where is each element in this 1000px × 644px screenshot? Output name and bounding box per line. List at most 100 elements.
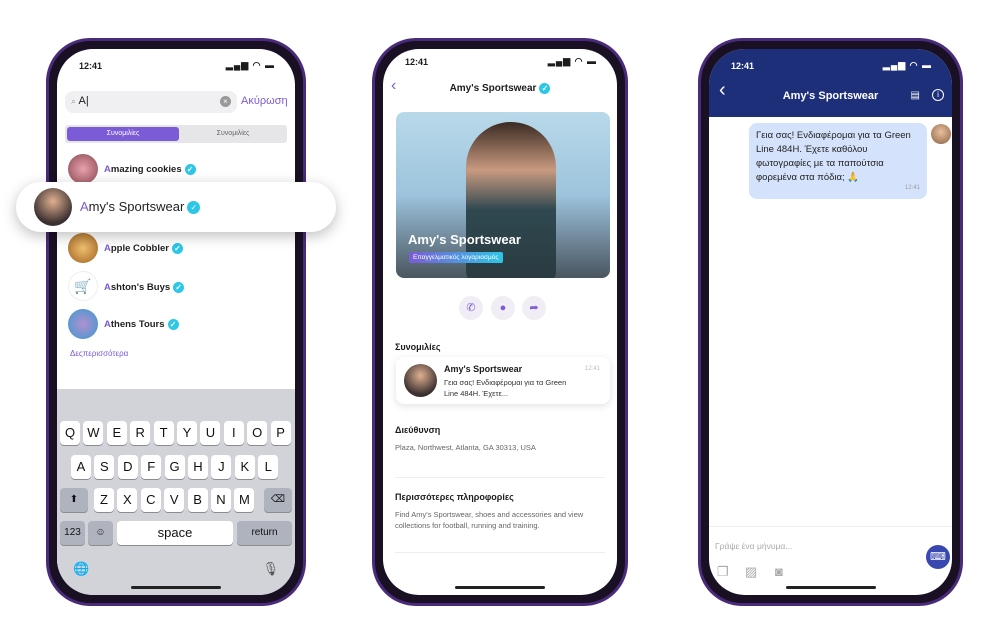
- key-t[interactable]: T: [153, 421, 174, 445]
- key-x[interactable]: X: [117, 488, 138, 512]
- numbers-key[interactable]: 123: [60, 521, 85, 545]
- profile-screen: 12:41 ▂▄▆ ◠ ▬ ‹ Amy's Sportswear ✓ Amy's S…: [383, 49, 617, 595]
- chat-card[interactable]: Amy's Sportswear 12:41 Γεια σας! Ενδιαφέ…: [396, 357, 610, 404]
- camera-icon[interactable]: ◙: [775, 564, 783, 579]
- call-button[interactable]: ✆: [459, 296, 483, 320]
- key-l[interactable]: L: [258, 455, 279, 479]
- message-input[interactable]: Γράψε ένα μήνυμα...: [715, 541, 792, 551]
- chat-card-preview: Γεια σας! Ενδιαφέρομαι για τα Green Line…: [444, 378, 567, 398]
- key-a[interactable]: A: [71, 455, 91, 479]
- status-icons: ▂▄▆ ◠ ▬: [225, 60, 275, 70]
- key-f[interactable]: F: [141, 455, 162, 479]
- clear-icon[interactable]: ×: [220, 96, 231, 107]
- key-p[interactable]: P: [270, 421, 291, 445]
- key-b[interactable]: B: [187, 488, 208, 512]
- avatar: 🛒: [68, 271, 98, 301]
- cancel-button[interactable]: Ακύρωση: [241, 95, 288, 107]
- result-name: Athens Tours ✓: [104, 319, 179, 330]
- key-c[interactable]: C: [140, 488, 161, 512]
- avatar: [404, 364, 437, 397]
- key-w[interactable]: W: [83, 421, 104, 445]
- phone-search: 12:41 ▂▄▆ ◠ ▬ ⌕ A| × Ακύρωση Συνομιλίες Σ…: [46, 38, 306, 606]
- chat-screen: 12:41 ▂▄▆ ◠ ▬ ‹ Amy's Sportswear ▤ i Γεια…: [709, 49, 952, 595]
- tab-chats-active[interactable]: Συνομιλίες: [67, 127, 179, 141]
- key-h[interactable]: H: [188, 455, 208, 479]
- document-icon[interactable]: ❐: [717, 564, 729, 580]
- key-y[interactable]: Y: [177, 421, 197, 445]
- address-text: Plaza, Northwest, Atlanta, GA 30313, USA: [395, 443, 536, 452]
- segment-control: Συνομιλίες Συνομιλίες: [65, 125, 287, 143]
- address-heading: Διεύθυνση: [395, 425, 441, 435]
- key-d[interactable]: D: [117, 455, 138, 479]
- home-indicator: [785, 586, 876, 589]
- search-value: A|: [78, 95, 89, 107]
- chat-header: 12:41 ▂▄▆ ◠ ▬ ‹ Amy's Sportswear ▤ i: [709, 49, 952, 117]
- space-key[interactable]: space: [117, 521, 233, 545]
- verified-icon: ✓: [184, 164, 196, 175]
- business-badge: Επαγγελματικός λογαριασμός: [409, 252, 503, 263]
- key-u[interactable]: U: [200, 421, 221, 445]
- emoji-key[interactable]: ☺: [88, 521, 113, 545]
- see-more-link[interactable]: Δεςπερισσότερα: [70, 349, 128, 358]
- keyboard-button[interactable]: ⌨: [926, 545, 950, 569]
- divider: [395, 552, 605, 553]
- search-icon: ⌕: [71, 96, 77, 106]
- home-indicator: [131, 586, 221, 589]
- info-text: Find Amy's Sportswear, shoes and accesso…: [395, 510, 584, 530]
- status-time: 12:41: [79, 61, 103, 71]
- return-key[interactable]: return: [237, 521, 292, 545]
- verified-icon: ✓: [167, 319, 179, 330]
- message-bubble: Γεια σας! Ενδιαφέρομαι για τα Green Line…: [749, 123, 927, 199]
- key-g[interactable]: G: [164, 455, 185, 479]
- avatar: [68, 233, 98, 263]
- chat-card-time: 12:41: [584, 366, 600, 372]
- search-screen: 12:41 ▂▄▆ ◠ ▬ ⌕ A| × Ακύρωση Συνομιλίες Σ…: [57, 49, 295, 595]
- gallery-icon[interactable]: ▨: [745, 564, 757, 580]
- key-m[interactable]: M: [234, 488, 255, 512]
- key-o[interactable]: O: [247, 421, 268, 445]
- key-v[interactable]: V: [164, 488, 185, 512]
- verified-icon: ✓: [173, 282, 185, 293]
- globe-icon[interactable]: 🌐: [73, 561, 89, 577]
- key-n[interactable]: N: [211, 488, 231, 512]
- result-amys-sportswear-highlight[interactable]: Amy's Sportswear ✓: [16, 182, 336, 232]
- microphone-icon[interactable]: 🎙: [262, 561, 279, 577]
- info-icon[interactable]: i: [932, 89, 944, 101]
- status-icons: ▂▄▆ ◠ ▬: [547, 56, 597, 66]
- hero-name: Amy's Sportswear: [408, 232, 521, 247]
- chat-card-name: Amy's Sportswear: [444, 364, 523, 374]
- hero-image: Amy's Sportswear Επαγγελματικός λογαριασ…: [396, 112, 610, 278]
- verified-icon: ✓: [539, 83, 551, 94]
- keyboard: Q W E R T Y U I O P A S D F G H J K L ⬆ Z X C V B N M ⌫ 123 ☺ space ret…: [57, 389, 295, 595]
- key-e[interactable]: E: [106, 421, 127, 445]
- key-i[interactable]: I: [223, 421, 244, 445]
- shift-key[interactable]: ⬆: [60, 488, 88, 512]
- tab-chats[interactable]: Συνομιλίες: [181, 127, 285, 141]
- avatar: [34, 188, 72, 226]
- phone-chat: 12:41 ▂▄▆ ◠ ▬ ‹ Amy's Sportswear ▤ i Γεια…: [698, 38, 963, 606]
- key-j[interactable]: J: [211, 455, 232, 479]
- message-time: 12:41: [904, 185, 920, 191]
- share-button[interactable]: ➦: [522, 296, 546, 320]
- profile-title: Amy's Sportswear ✓: [383, 83, 617, 94]
- key-r[interactable]: R: [130, 421, 151, 445]
- backspace-key[interactable]: ⌫: [264, 488, 292, 512]
- divider: [709, 526, 952, 527]
- verified-icon: ✓: [187, 201, 201, 215]
- divider: [395, 477, 605, 478]
- key-s[interactable]: S: [94, 455, 115, 479]
- key-q[interactable]: Q: [60, 421, 80, 445]
- phone-profile: 12:41 ▂▄▆ ◠ ▬ ‹ Amy's Sportswear ✓ Amy's S…: [372, 38, 628, 606]
- status-bar: 12:41 ▂▄▆ ◠ ▬: [383, 49, 617, 79]
- result-name: Apple Cobbler ✓: [104, 243, 183, 254]
- search-input[interactable]: ⌕ A| ×: [65, 91, 237, 113]
- result-name: Amazing cookies ✓: [104, 164, 196, 175]
- website-button[interactable]: ●: [491, 296, 515, 320]
- avatar: [68, 154, 98, 184]
- key-z[interactable]: Z: [94, 488, 114, 512]
- store-icon[interactable]: ▤: [911, 90, 920, 101]
- result-name: Ashton's Buys ✓: [104, 282, 185, 293]
- key-k[interactable]: K: [234, 455, 255, 479]
- status-bar: 12:41 ▂▄▆ ◠ ▬: [709, 49, 952, 79]
- result-name: Amy's Sportswear ✓: [80, 199, 201, 215]
